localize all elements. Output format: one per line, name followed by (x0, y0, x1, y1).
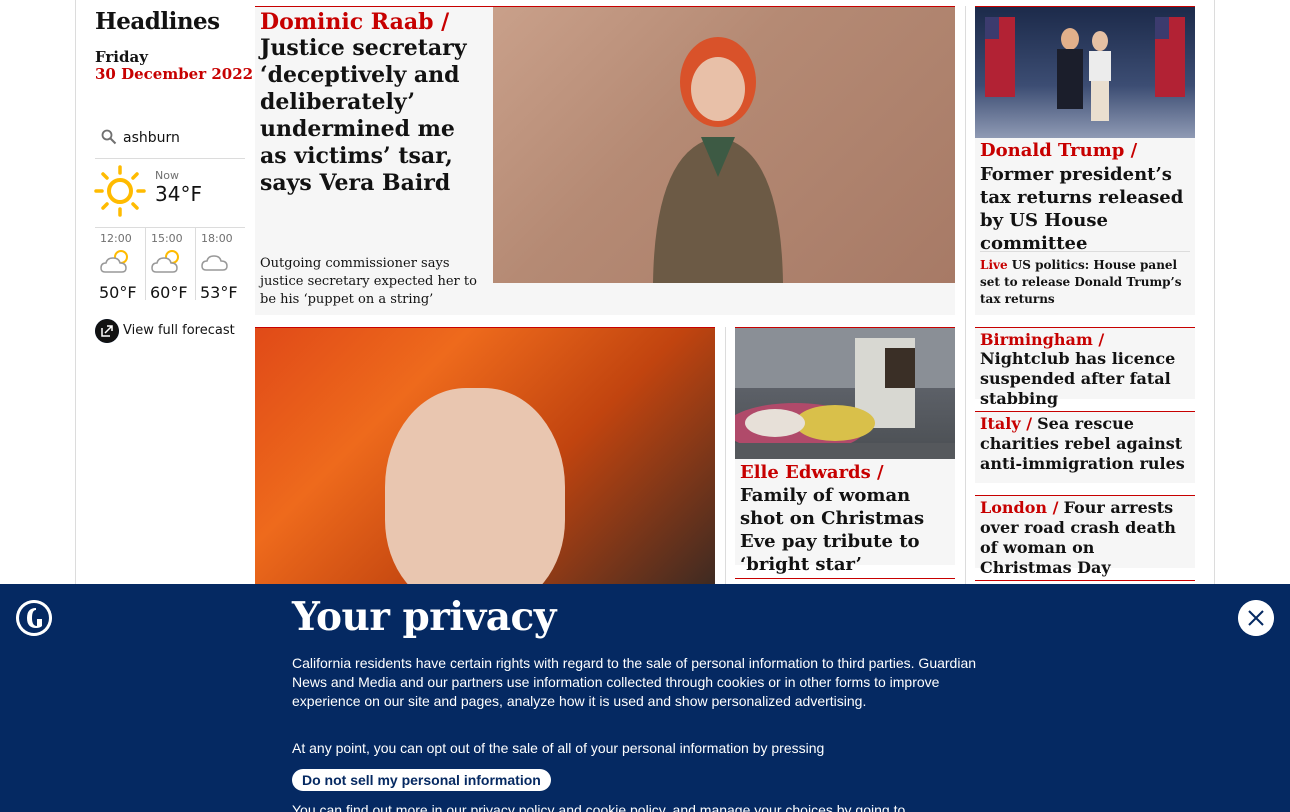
guardian-page: Headlines Friday 30 December 2022 ashbur… (0, 0, 1290, 812)
hourly-forecast: 12:00 50°F 15:00 60°F 18:00 53°F (95, 227, 245, 302)
privacy-banner: Your privacy California residents have c… (0, 584, 1290, 812)
portrait-face (385, 388, 565, 587)
small-story-card[interactable]: London / Four arrests over road crash de… (975, 495, 1195, 577)
story-kicker: Birmingham / (980, 330, 1105, 349)
story-kicker: Dominic Raab / (260, 9, 450, 35)
partly-sunny-icon (151, 250, 179, 273)
forecast-hour: 15:00 60°F (144, 228, 195, 302)
forecast-hour: 12:00 50°F (95, 228, 145, 302)
story-photo (735, 328, 955, 459)
view-full-forecast-link[interactable]: View full forecast (95, 319, 245, 345)
story-text[interactable]: Elle Edwards / Family of woman shot on C… (740, 461, 952, 576)
day-name: Friday (95, 48, 148, 66)
location-input[interactable]: ashburn (123, 130, 180, 146)
external-link-icon (95, 319, 119, 343)
headlines-sidebar: Headlines Friday 30 December 2022 ashbur… (94, 8, 254, 345)
now-temperature: 34°F (155, 182, 202, 206)
live-blog-link[interactable]: Live US politics: House panel set to rel… (980, 251, 1190, 308)
forecast-temp: 50°F (99, 283, 137, 302)
story-kicker: Italy / (980, 414, 1033, 433)
flags-photo (985, 17, 1185, 121)
current-weather: Now 34°F (94, 159, 245, 227)
forecast-time: 15:00 (150, 232, 183, 245)
full-forecast-label: View full forecast (123, 323, 235, 338)
forecast-hour: 18:00 53°F (194, 228, 245, 302)
small-story-card[interactable]: Italy / Sea rescue charities rebel again… (975, 411, 1195, 483)
story-kicker: London / (980, 498, 1059, 517)
forecast-temp: 53°F (199, 283, 238, 302)
guardian-logo-icon (16, 600, 52, 636)
forecast-temp: 60°F (149, 283, 188, 302)
weather-location-search[interactable]: ashburn (95, 127, 245, 159)
story-kicker: Elle Edwards / (740, 462, 884, 483)
search-icon (101, 129, 117, 145)
live-text: US politics: House panel set to release … (980, 258, 1182, 306)
portrait-figure (653, 37, 783, 283)
sunny-icon (94, 165, 146, 217)
flowers-photo (735, 328, 955, 459)
privacy-paragraph: You can find out more in our privacy pol… (292, 802, 906, 812)
cloudy-night-icon (201, 255, 228, 271)
section-title: Headlines (95, 8, 220, 35)
small-story-card[interactable]: Birmingham / Nightclub has licence suspe… (975, 327, 1195, 408)
close-icon[interactable] (1238, 600, 1274, 636)
now-label: Now (155, 169, 179, 182)
do-not-sell-button[interactable]: Do not sell my personal information (292, 769, 551, 791)
privacy-paragraph: At any point, you can opt out of the sal… (292, 740, 825, 756)
live-label: Live (980, 258, 1008, 272)
story-headline[interactable]: Former president’s tax returns released … (980, 163, 1192, 255)
story-headline[interactable]: Family of woman shot on Christmas Eve pa… (740, 485, 924, 575)
privacy-paragraph: California residents have certain rights… (292, 655, 977, 709)
elle-story-card[interactable]: Elle Edwards / Family of woman shot on C… (735, 327, 955, 575)
story-photo (493, 7, 955, 283)
forecast-time: 12:00 (100, 232, 132, 245)
feature-photo[interactable] (255, 327, 715, 587)
forecast-time: 18:00 (200, 232, 233, 245)
story-headline[interactable]: Justice secretary ‘deceptively and delib… (260, 35, 485, 197)
trump-story-card[interactable]: Donald Trump / Former president’s tax re… (975, 6, 1195, 315)
main-story-card[interactable]: Dominic Raab / Justice secretary ‘decept… (255, 6, 955, 315)
partly-sunny-icon (100, 250, 128, 273)
story-standfirst: Outgoing commissioner says justice secre… (260, 256, 477, 307)
privacy-title: Your privacy (292, 594, 556, 640)
date: 30 December 2022 (95, 65, 254, 83)
story-kicker: Donald Trump / (980, 140, 1138, 161)
story-photo (975, 7, 1195, 138)
